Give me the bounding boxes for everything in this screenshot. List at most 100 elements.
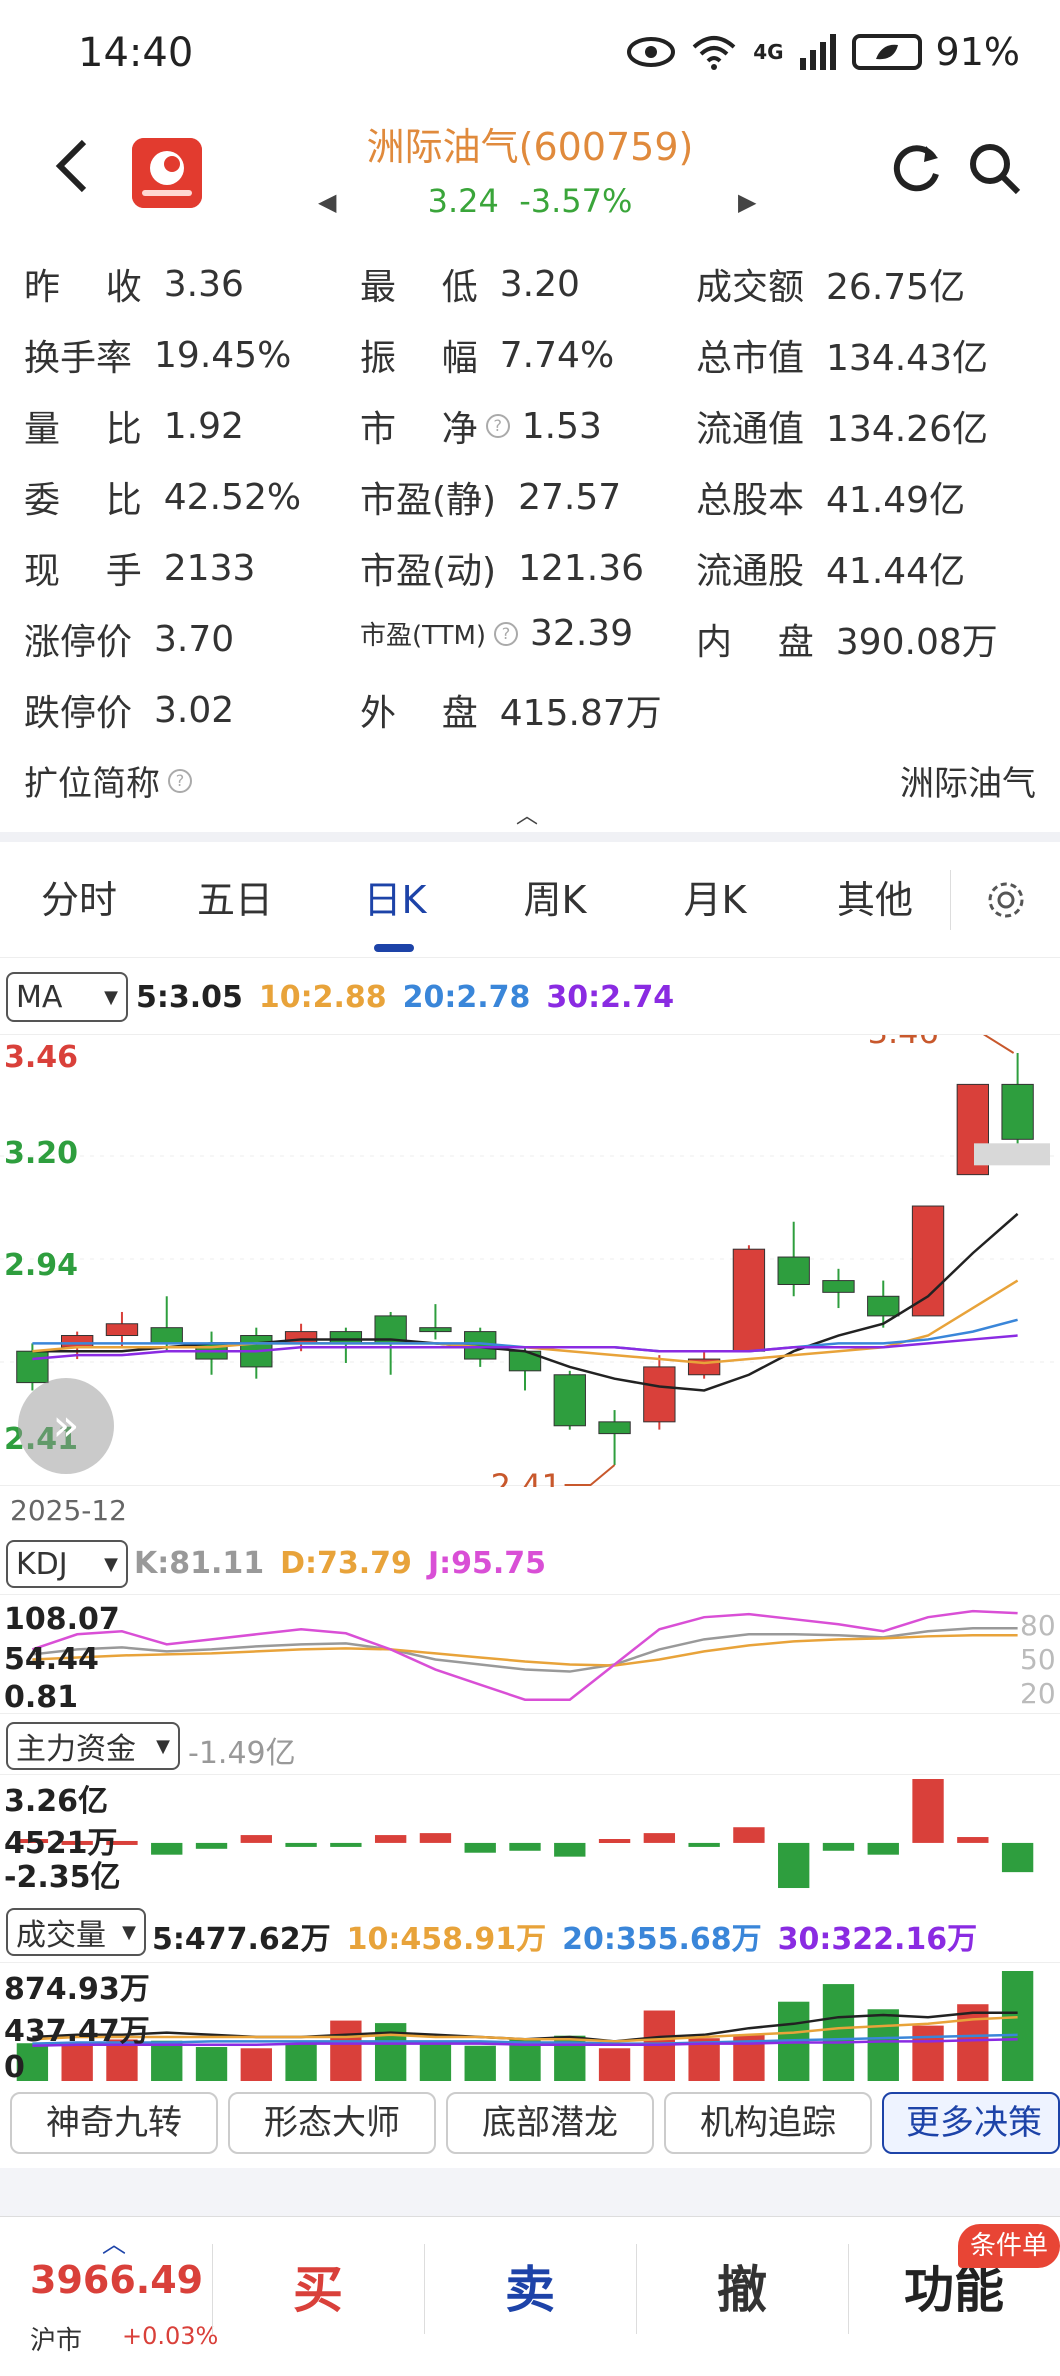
info-row: 委 比 42.52% 市盈(静) 27.57 总股本 41.49亿: [0, 471, 1060, 531]
info-label: 市盈(动): [360, 551, 497, 592]
tab-3[interactable]: 周K: [480, 842, 630, 958]
price-marker: [974, 1143, 1050, 1166]
tab-0[interactable]: 分时: [4, 842, 154, 958]
bottom-divider-line: [424, 2244, 425, 2334]
flow-bar: [867, 1842, 899, 1855]
status-icons: 4G 91%: [627, 30, 1020, 74]
candle-body: [61, 1335, 94, 1348]
flow-bar: [643, 1833, 676, 1843]
stock-price: 3.24: [427, 182, 499, 220]
tab-4[interactable]: 月K: [640, 842, 790, 958]
info-label: 昨 收: [24, 267, 142, 308]
info-row: 昨 收 3.36 最 低 3.20 成交额 26.75亿: [0, 258, 1060, 318]
tab-5[interactable]: 其他: [800, 842, 950, 958]
status-bar: 14:40 4G 91%: [0, 0, 1060, 110]
condition-order-badge[interactable]: 条件单: [958, 2224, 1060, 2268]
sell-button[interactable]: 卖: [470, 2250, 590, 2322]
flow-bar: [598, 1839, 631, 1843]
refresh-button[interactable]: [888, 140, 948, 200]
info-label: 总股本: [696, 480, 805, 521]
y-axis-label: 2.94: [4, 1248, 78, 1283]
help-icon[interactable]: ?: [494, 621, 519, 646]
kdj-selector[interactable]: KDJ ▼: [6, 1540, 128, 1588]
expand-panel-button[interactable]: »: [18, 1378, 114, 1474]
volume-legend: 5:477.62万 10:458.91万 20:355.68万 30:322.16万: [152, 1914, 993, 1958]
info-cell: 成交额 26.75亿: [696, 258, 965, 310]
expand-label-wrap: 扩位简称?: [24, 756, 204, 805]
legend-item: K:81.11: [134, 1546, 265, 1581]
function-button-0[interactable]: 神奇九转: [10, 2092, 218, 2154]
next-stock-icon[interactable]: ▶: [738, 188, 756, 216]
stock-name[interactable]: 洲际油气(600759): [320, 116, 740, 171]
info-label: 现 手: [24, 551, 142, 592]
candle-body: [911, 1205, 945, 1317]
flow-y-label: 4521万: [4, 1826, 118, 1861]
tab-2[interactable]: 日K: [320, 842, 470, 958]
kdj-right-label: 50: [1020, 1643, 1056, 1676]
network-type: 4G: [753, 40, 784, 64]
candle-body: [777, 1256, 810, 1286]
legend-item: 20:355.68万: [562, 1922, 762, 1957]
volume-bar: [1001, 1971, 1034, 2081]
function-button-1[interactable]: 形态大师: [228, 2092, 436, 2154]
volume-chart[interactable]: 874.93万 437.47万 0: [0, 1962, 1060, 2085]
info-label: 委 比: [24, 480, 142, 521]
high-marker-label: 3.46: [868, 1035, 939, 1051]
search-button[interactable]: [966, 140, 1026, 200]
buy-button[interactable]: 买: [258, 2250, 378, 2322]
bottom-divider-line: [212, 2244, 213, 2334]
candle-body: [643, 1366, 676, 1423]
info-cell: 外 盘 415.87万: [360, 684, 662, 736]
ma-selector[interactable]: MA ▼: [6, 972, 128, 1022]
flow-bar: [912, 1779, 944, 1843]
function-button-4[interactable]: 更多决策: [882, 2092, 1060, 2154]
kdj-chart[interactable]: 108.07 54.44 0.81 80 50 20: [0, 1594, 1060, 1715]
index-expand-icon[interactable]: ︿: [102, 2224, 126, 2259]
bottom-divider: [0, 2168, 1060, 2216]
info-label: 内 盘: [696, 622, 814, 663]
help-icon[interactable]: ?: [485, 414, 510, 438]
back-button[interactable]: [52, 138, 112, 198]
info-value: 7.74%: [499, 334, 615, 376]
flow-bar: [688, 1842, 720, 1847]
chart-settings-button[interactable]: [982, 876, 1030, 924]
legend-item: 20:2.78: [402, 980, 531, 1015]
help-icon[interactable]: ?: [168, 768, 192, 793]
tab-1[interactable]: 五日: [160, 842, 310, 958]
info-value: 3.20: [499, 263, 580, 305]
function-button-2[interactable]: 底部潜龙: [446, 2092, 654, 2154]
battery-icon: [851, 34, 922, 70]
expand-label: 扩位简称: [24, 764, 160, 804]
ma-selector-label: MA: [16, 979, 63, 1015]
info-value: 121.36: [518, 547, 645, 589]
main-flow-chart[interactable]: 3.26亿 4521万 -2.35亿: [0, 1774, 1060, 1895]
candle-body: [105, 1323, 139, 1337]
info-cell: 换手率 19.45%: [24, 329, 291, 381]
y-axis-label: 3.46: [4, 1040, 78, 1075]
info-cell: 量 比 1.92: [24, 400, 244, 452]
volume-bar: [822, 1984, 855, 2081]
flow-bar: [822, 1842, 855, 1851]
cancel-order-button[interactable]: 撤: [682, 2250, 802, 2322]
legend-item: 30:322.16万: [777, 1922, 978, 1957]
gear-icon: [988, 882, 1024, 918]
collapse-icon[interactable]: ︿: [516, 798, 538, 830]
flow-bar: [509, 1842, 541, 1851]
index-change: +0.03%: [122, 2322, 219, 2350]
status-time: 14:40: [78, 30, 194, 76]
flow-selector[interactable]: 主力资金 ▼: [6, 1722, 180, 1770]
flow-y-label: 3.26亿: [4, 1784, 108, 1819]
volume-y-label: 437.47万: [4, 2014, 150, 2049]
volume-selector[interactable]: 成交量 ▼: [6, 1908, 146, 1956]
info-value: 1.92: [163, 405, 244, 447]
flow-bar: [285, 1842, 317, 1847]
volume-bar: [195, 2047, 228, 2081]
volume-bar: [151, 2040, 183, 2081]
info-value: 32.39: [530, 613, 634, 654]
index-value[interactable]: 3966.49: [30, 2258, 203, 2302]
legend-item: J:95.75: [427, 1546, 546, 1581]
function-button-3[interactable]: 机构追踪: [664, 2092, 872, 2154]
kline-chart[interactable]: 3.463.202.942.413.462.41: [0, 1013, 1060, 1505]
low-marker-label: 2.41: [491, 1467, 562, 1487]
flow-bar: [733, 1827, 765, 1843]
